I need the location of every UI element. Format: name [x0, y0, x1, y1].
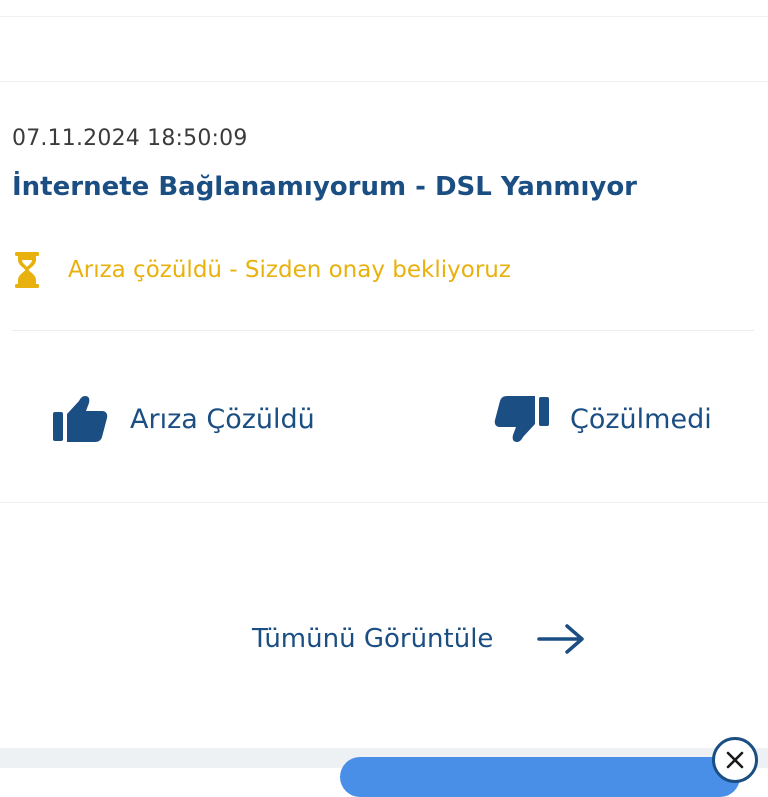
close-button[interactable] — [712, 737, 758, 783]
arrow-right-icon — [493, 623, 585, 655]
thumbs-up-icon — [52, 395, 108, 443]
card-divider — [12, 330, 754, 331]
not-resolved-label: Çözülmedi — [570, 403, 712, 435]
issue-resolved-label: Arıza Çözüldü — [130, 403, 315, 435]
issue-resolved-button[interactable]: Arıza Çözüldü — [52, 384, 315, 454]
chat-button[interactable] — [340, 757, 740, 797]
previous-card — [0, 0, 768, 17]
status-text: Arıza çözüldü - Sizden onay bekliyoruz — [68, 257, 511, 283]
not-resolved-button[interactable]: Çözülmedi — [494, 384, 712, 454]
close-icon — [725, 750, 745, 770]
hourglass-icon — [14, 252, 40, 288]
ticket-title[interactable]: İnternete Bağlanamıyorum - DSL Yanmıyor — [12, 172, 637, 202]
view-all-link[interactable]: Tümünü Görüntüle — [252, 614, 585, 664]
section-gap — [0, 17, 768, 80]
view-all-label: Tümünü Görüntüle — [252, 624, 494, 654]
thumbs-down-icon — [494, 395, 550, 443]
ticket-card: 07.11.2024 18:50:09 İnternete Bağlanamıy… — [0, 81, 768, 503]
ticket-status: Arıza çözüldü - Sizden onay bekliyoruz — [14, 250, 511, 290]
ticket-date: 07.11.2024 18:50:09 — [12, 126, 248, 151]
